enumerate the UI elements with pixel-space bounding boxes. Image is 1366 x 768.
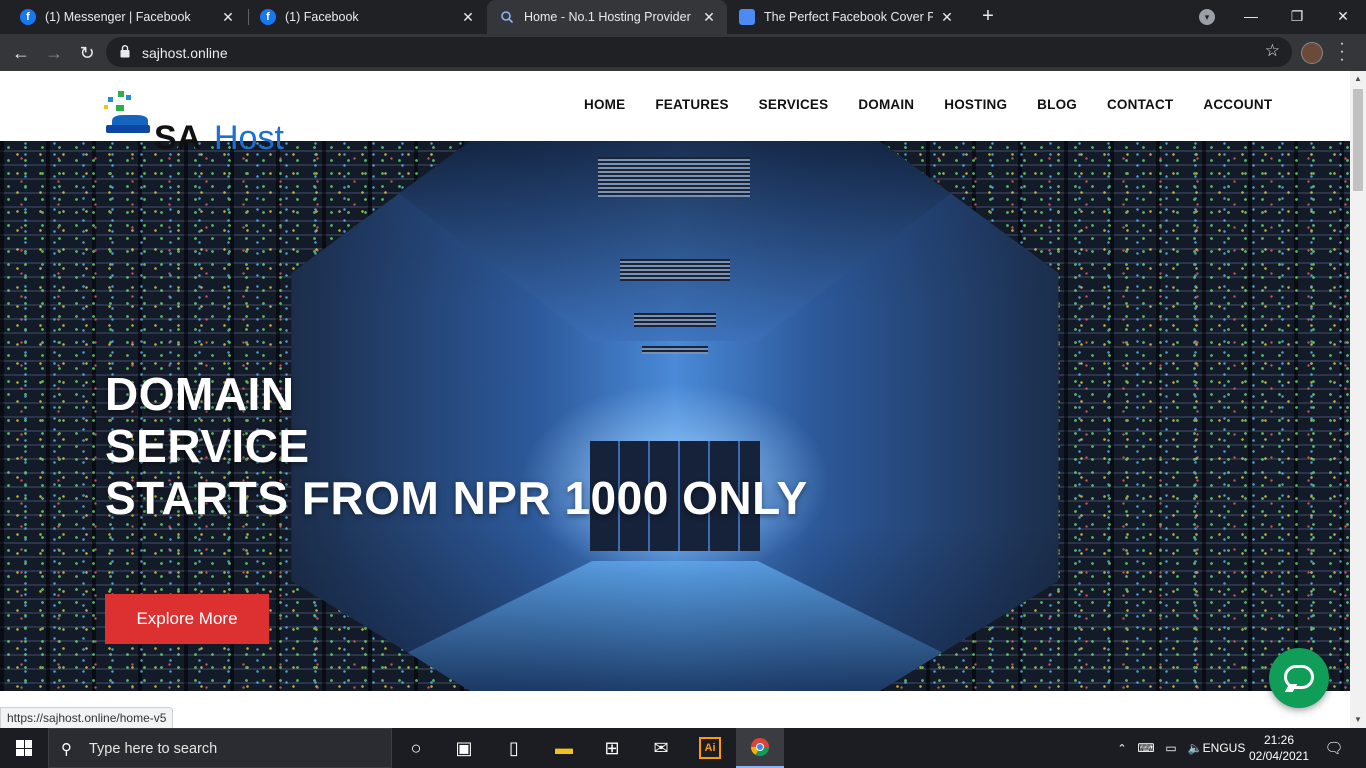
- taskbar-search-box[interactable]: ⚲ Type here to search: [48, 728, 392, 768]
- store-icon[interactable]: ⊞: [588, 728, 636, 768]
- close-icon[interactable]: ✕: [701, 9, 717, 26]
- language-code: ENG: [1202, 740, 1229, 755]
- scroll-up-icon[interactable]: ▲: [1350, 71, 1366, 87]
- nav-contact[interactable]: CONTACT: [1107, 97, 1173, 112]
- window-close-button[interactable]: ✕: [1320, 0, 1366, 34]
- minimize-button[interactable]: —: [1228, 0, 1274, 34]
- restore-button[interactable]: ❐: [1274, 0, 1320, 34]
- tab-title: (1) Messenger | Facebook: [45, 10, 191, 24]
- chrome-menu-icon[interactable]: · · ·: [1336, 36, 1348, 68]
- clock-time: 21:26: [1263, 733, 1295, 747]
- close-icon[interactable]: ✕: [939, 9, 955, 26]
- language-indicator[interactable]: ENG US: [1203, 728, 1246, 768]
- browser-toolbar: ← → ↻ sajhost.online ☆ · · ·: [0, 34, 1366, 71]
- explore-more-button[interactable]: Explore More: [105, 594, 269, 644]
- forward-arrow-icon[interactable]: →: [41, 40, 67, 66]
- site-logo[interactable]: SA Host: [104, 91, 354, 151]
- svg-text:Host: Host: [214, 119, 284, 151]
- scroll-down-icon[interactable]: ▼: [1350, 712, 1366, 728]
- hero-banner: DOMAIN SERVICE STARTS FROM NPR 1000 ONLY…: [0, 141, 1350, 691]
- new-tab-button[interactable]: +: [976, 5, 1000, 29]
- server-leds-right: [880, 141, 1350, 691]
- search-icon: ⚲: [61, 741, 72, 758]
- tab-search-icon[interactable]: ▾: [1199, 9, 1215, 25]
- notification-icon[interactable]: 🗨: [1320, 728, 1348, 768]
- file-explorer-icon[interactable]: ▬: [540, 728, 588, 768]
- mail-icon[interactable]: ✉: [637, 728, 685, 768]
- page-scrollbar[interactable]: ▲ ▼: [1350, 71, 1366, 728]
- task-view-icon[interactable]: ▣: [440, 728, 488, 768]
- svg-text:SA: SA: [154, 119, 201, 151]
- file-icon[interactable]: ▯: [490, 728, 538, 768]
- web-page: DOMAIN SERVICE STARTS FROM NPR 1000 ONLY…: [0, 71, 1350, 728]
- start-button[interactable]: [0, 728, 48, 768]
- cortana-icon[interactable]: ○: [392, 728, 440, 768]
- address-bar[interactable]: sajhost.online ☆: [106, 37, 1292, 67]
- facebook-icon: f: [260, 9, 276, 25]
- nav-home[interactable]: HOME: [584, 97, 625, 112]
- main-nav: HOME FEATURES SERVICES DOMAIN HOSTING BL…: [584, 97, 1302, 112]
- windows-taskbar: ⚲ Type here to search ○ ▣ ▯ ▬ ⊞ ✉ Ai ⌃ ⌨…: [0, 728, 1366, 768]
- ceiling-vent: [620, 259, 730, 281]
- scrollbar-thumb[interactable]: [1353, 89, 1363, 191]
- hero-line-3: STARTS FROM NPR 1000 ONLY: [105, 472, 808, 524]
- link-status-bar: https://sajhost.online/home-v5: [0, 707, 174, 728]
- lock-icon: [120, 45, 130, 58]
- close-icon[interactable]: ✕: [460, 9, 476, 26]
- ceiling-vent: [634, 313, 716, 327]
- tab-cover-photo[interactable]: The Perfect Facebook Cover Phot ✕: [727, 0, 965, 34]
- ceiling-vent: [642, 346, 708, 354]
- nav-account[interactable]: ACCOUNT: [1203, 97, 1272, 112]
- profile-avatar[interactable]: [1301, 42, 1323, 64]
- clock[interactable]: 21:26 02/04/2021: [1244, 728, 1314, 768]
- keyboard-region: US: [1228, 740, 1246, 755]
- tab-sajhost[interactable]: Home - No.1 Hosting Provider ✕: [487, 0, 727, 34]
- clock-date: 02/04/2021: [1248, 749, 1310, 763]
- nav-services[interactable]: SERVICES: [759, 97, 829, 112]
- nav-hosting[interactable]: HOSTING: [944, 97, 1007, 112]
- tab-facebook[interactable]: f (1) Facebook ✕: [248, 0, 486, 34]
- facebook-icon: f: [20, 9, 36, 25]
- live-chat-button[interactable]: [1269, 648, 1329, 708]
- url-text[interactable]: sajhost.online: [142, 45, 228, 61]
- network-icon[interactable]: ▭: [1160, 728, 1182, 768]
- reload-icon[interactable]: ↻: [74, 40, 100, 66]
- illustrator-icon[interactable]: Ai: [686, 728, 734, 768]
- hero-headline: DOMAIN SERVICE STARTS FROM NPR 1000 ONLY: [105, 368, 808, 524]
- input-method-icon[interactable]: ⌨: [1136, 728, 1156, 768]
- windows-logo-icon: [16, 740, 32, 756]
- ceiling-vent: [598, 157, 750, 197]
- nav-features[interactable]: FEATURES: [655, 97, 728, 112]
- site-header: SA Host HOME FEATURES SERVICES DOMAIN HO…: [0, 71, 1350, 151]
- nav-domain[interactable]: DOMAIN: [858, 97, 914, 112]
- content-card: [105, 691, 1245, 728]
- tab-title: (1) Facebook: [285, 10, 359, 24]
- show-hidden-icons[interactable]: ⌃: [1112, 728, 1132, 768]
- bookmark-star-icon[interactable]: ☆: [1265, 41, 1280, 61]
- tab-messenger[interactable]: f (1) Messenger | Facebook ✕: [8, 0, 246, 34]
- loading-icon: [499, 9, 515, 25]
- tab-strip: f (1) Messenger | Facebook ✕ f (1) Faceb…: [0, 0, 1366, 34]
- tab-title: The Perfect Facebook Cover Phot: [764, 10, 933, 24]
- back-arrow-icon[interactable]: ←: [8, 40, 34, 66]
- hero-line-1: DOMAIN: [105, 368, 295, 420]
- taskbar-search-placeholder: Type here to search: [89, 741, 218, 757]
- doc-icon: [739, 9, 755, 25]
- hero-line-2: SERVICE: [105, 420, 310, 472]
- close-icon[interactable]: ✕: [220, 9, 236, 26]
- nav-blog[interactable]: BLOG: [1037, 97, 1077, 112]
- chrome-icon[interactable]: [736, 728, 784, 768]
- tab-title: Home - No.1 Hosting Provider: [524, 10, 691, 24]
